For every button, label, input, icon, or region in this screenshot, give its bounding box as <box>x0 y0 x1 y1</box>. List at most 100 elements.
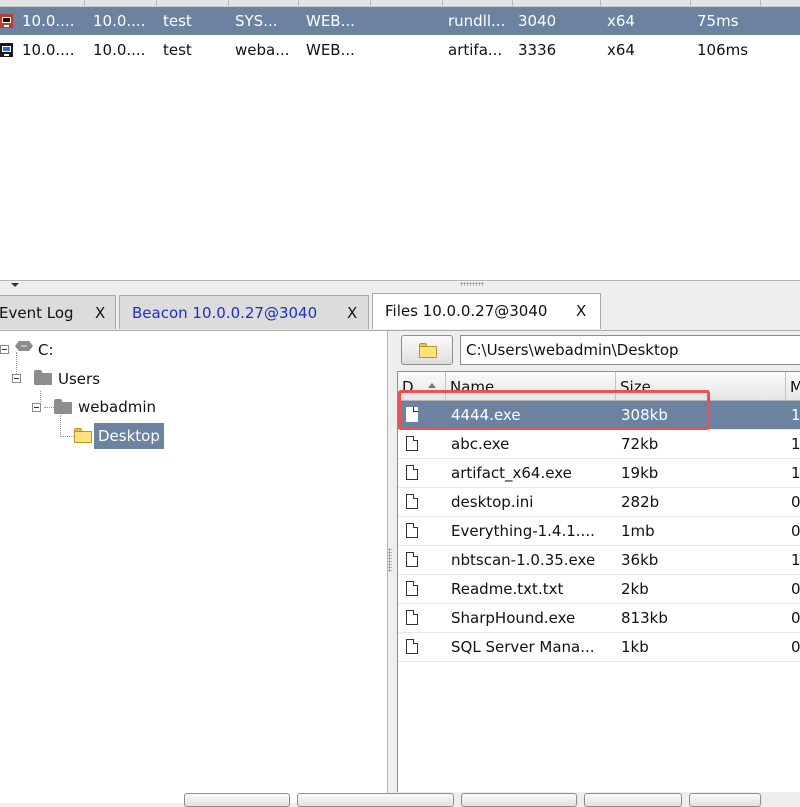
file-row[interactable]: Everything-1.4.1.... 1mb 0 <box>398 517 800 546</box>
beacon-row[interactable]: 10.0.... 10.0.... test SYS... WEB... run… <box>0 7 800 35</box>
file-size: 19kb <box>621 464 659 482</box>
file-size: 813kb <box>621 609 668 627</box>
tab-label: Beacon 10.0.0.27@3040 <box>132 304 318 322</box>
file-row[interactable]: SharpHound.exe 813kb 0 <box>398 604 800 633</box>
annotation-highlight-box <box>398 390 710 430</box>
tab-label: Event Log <box>0 304 74 322</box>
beacon-pid: 3336 <box>518 41 557 59</box>
file-size: 72kb <box>621 435 659 453</box>
file-row[interactable]: desktop.ini 282b 0 <box>398 488 800 517</box>
tab-bar: Event Log X Beacon 10.0.0.27@3040 X File… <box>0 292 800 331</box>
beacon-host: WEB... <box>306 12 355 30</box>
beacon-external: 10.0.... <box>22 12 75 30</box>
beacon-admin-icon <box>0 14 13 28</box>
file-modified: 0 <box>791 522 800 540</box>
beacon-table: 10.0.... 10.0.... test SYS... WEB... run… <box>0 0 800 280</box>
beacon-last: 75ms <box>697 12 739 30</box>
beacon-computer: weba... <box>235 41 290 59</box>
file-size: 282b <box>621 493 660 511</box>
tree-node-label: Users <box>58 370 101 388</box>
beacon-process: artifa... <box>448 41 503 59</box>
bottom-button[interactable] <box>461 793 577 807</box>
file-modified: 0 <box>791 580 800 598</box>
split-divider-grip-icon[interactable] <box>388 548 392 572</box>
tab-close-button[interactable]: X <box>576 294 586 328</box>
bottom-button[interactable] <box>184 793 290 807</box>
file-row[interactable]: SQL Server Mana... 1kb 0 <box>398 633 800 662</box>
collapse-arrow-icon[interactable] <box>11 283 19 287</box>
beacon-pid: 3040 <box>518 12 557 30</box>
file-modified: 1 <box>791 551 800 569</box>
beacon-internal: 10.0.... <box>93 12 146 30</box>
beacon-user: test <box>163 12 192 30</box>
file-row[interactable]: abc.exe 72kb 1 <box>398 430 800 459</box>
beacon-last: 106ms <box>697 41 749 59</box>
file-icon <box>406 552 418 567</box>
beacon-user-icon <box>0 43 13 57</box>
tab-close-button[interactable]: X <box>95 296 105 330</box>
tab-beacon[interactable]: Beacon 10.0.0.27@3040 X <box>119 295 369 329</box>
bottom-button[interactable] <box>689 793 761 807</box>
column-header-label: M <box>790 378 800 396</box>
file-icon <box>406 523 418 538</box>
column-header-modified[interactable]: M <box>786 372 800 400</box>
file-icon <box>406 494 418 509</box>
file-name: SQL Server Mana... <box>451 638 595 656</box>
tree-node-label: webadmin <box>78 398 157 416</box>
folder-icon <box>419 343 437 358</box>
beacon-arch: x64 <box>607 12 635 30</box>
file-icon <box>406 436 418 451</box>
file-icon <box>406 639 418 654</box>
tab-files[interactable]: Files 10.0.0.27@3040 X <box>372 293 601 329</box>
file-size: 36kb <box>621 551 659 569</box>
file-icon <box>406 581 418 596</box>
bottom-button[interactable] <box>297 793 454 807</box>
file-name: desktop.ini <box>451 493 534 511</box>
tree-node-label: Desktop <box>94 423 164 449</box>
file-modified: 1 <box>791 464 800 482</box>
file-modified: 0 <box>791 638 800 656</box>
file-modified: 1 <box>791 435 800 453</box>
file-size: 2kb <box>621 580 649 598</box>
drive-icon <box>15 341 33 351</box>
file-row[interactable]: artifact_x64.exe 19kb 1 <box>398 459 800 488</box>
beacon-user: test <box>163 41 192 59</box>
folder-open-icon <box>74 428 92 443</box>
folder-icon <box>34 370 52 385</box>
sort-ascending-icon <box>428 383 436 388</box>
file-name: artifact_x64.exe <box>451 464 572 482</box>
file-modified: 0 <box>791 493 800 511</box>
bottom-button[interactable] <box>584 793 682 807</box>
tab-close-button[interactable]: X <box>347 296 357 330</box>
folder-icon <box>54 399 72 414</box>
file-row[interactable]: nbtscan-1.0.35.exe 36kb 1 <box>398 546 800 575</box>
beacon-row[interactable]: 10.0.... 10.0.... test weba... WEB... ar… <box>0 36 800 64</box>
tab-event-log[interactable]: Event Log X <box>0 295 116 329</box>
beacon-internal: 10.0.... <box>93 41 146 59</box>
beacon-computer: SYS... <box>235 12 278 30</box>
beacon-table-header[interactable] <box>0 0 800 7</box>
tree-expander-icon[interactable] <box>0 345 9 354</box>
beacon-arch: x64 <box>607 41 635 59</box>
tab-label: Files 10.0.0.27@3040 <box>385 302 548 320</box>
path-input[interactable]: C:\Users\webadmin\Desktop <box>460 335 800 365</box>
file-row[interactable]: Readme.txt.txt 2kb 0 <box>398 575 800 604</box>
tree-node-label: C: <box>38 341 54 359</box>
file-icon <box>406 610 418 625</box>
beacon-external: 10.0.... <box>22 41 75 59</box>
splitter-grip-icon[interactable] <box>460 282 484 286</box>
tree-expander-icon[interactable] <box>12 374 21 383</box>
file-table: D Name Size M 4444.exe 308kb 1 abc.exe 7… <box>397 371 800 792</box>
up-directory-button[interactable] <box>401 335 453 365</box>
file-name: Readme.txt.txt <box>451 580 564 598</box>
file-modified: 1 <box>791 406 800 424</box>
tree-expander-icon[interactable] <box>32 403 41 412</box>
beacon-process: rundll... <box>448 12 506 30</box>
file-size: 1mb <box>621 522 655 540</box>
directory-tree: C: Users webadmin Desktop <box>0 331 388 803</box>
file-name: SharpHound.exe <box>451 609 576 627</box>
file-name: abc.exe <box>451 435 510 453</box>
file-name: nbtscan-1.0.35.exe <box>451 551 596 569</box>
file-modified: 0 <box>791 609 800 627</box>
file-size: 1kb <box>621 638 649 656</box>
